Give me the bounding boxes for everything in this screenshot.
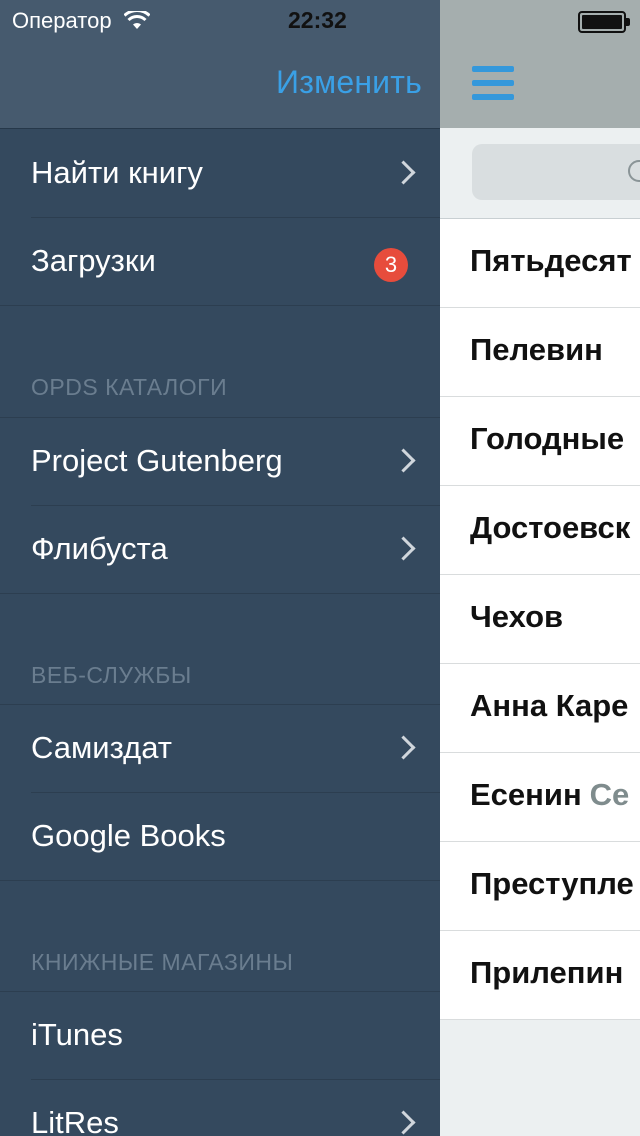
list-item-title: Преступле (470, 866, 634, 901)
hamburger-menu-icon[interactable] (472, 66, 514, 100)
chevron-right-icon (391, 448, 416, 473)
menu-item-label: iTunes (31, 1017, 123, 1052)
list-item[interactable]: Прилепин (440, 931, 640, 1020)
list-item[interactable]: Есенин Се (440, 753, 640, 842)
list-item[interactable]: Пятьдесят (440, 219, 640, 308)
section-title-web-services: ВЕБ-СЛУЖБЫ (31, 662, 192, 688)
list-item-title: Есенин Се (470, 777, 629, 813)
book-list: Пятьдесят Пелевин Голодные Достоевск Чех… (440, 219, 640, 1020)
main-content: Пятьдесят Пелевин Голодные Достоевск Чех… (440, 0, 640, 1136)
chevron-right-icon (391, 160, 416, 185)
menu-item-flibusta[interactable]: Флибуста (0, 506, 440, 594)
list-item-title: Пятьдесят (470, 243, 632, 278)
menu-item-label: Найти книгу (31, 155, 203, 190)
divider (0, 593, 440, 594)
status-bar: Оператор 22:32 (0, 0, 640, 40)
menu-item-find-book[interactable]: Найти книгу (0, 130, 440, 218)
side-menu: Изменить Найти книгу Загрузки 3 OPDS КАТ… (0, 0, 440, 1136)
edit-button[interactable]: Изменить (276, 64, 422, 101)
menu-item-label: Project Gutenberg (31, 443, 283, 478)
divider (0, 305, 440, 306)
menu-item-google-books[interactable]: Google Books (0, 793, 440, 881)
list-item-title: Достоевск (470, 510, 631, 545)
menu-item-label: LitRes (31, 1105, 119, 1136)
search-icon (628, 160, 640, 182)
menu-item-label: Загрузки (31, 243, 156, 278)
menu-item-samizdat[interactable]: Самиздат (0, 705, 440, 793)
menu-item-label: Флибуста (31, 531, 168, 566)
carrier-info: Оператор (12, 8, 150, 34)
menu-item-itunes[interactable]: iTunes (0, 992, 440, 1080)
section-title-bookstores: КНИЖНЫЕ МАГАЗИНЫ (31, 949, 294, 975)
menu-item-label: Самиздат (31, 730, 172, 765)
menu-item-downloads[interactable]: Загрузки 3 (0, 218, 440, 306)
section-title-opds: OPDS КАТАЛОГИ (31, 374, 228, 400)
search-input[interactable] (472, 144, 640, 200)
divider (0, 880, 440, 881)
list-item[interactable]: Пелевин (440, 308, 640, 397)
menu-item-label: Google Books (31, 818, 226, 853)
list-item[interactable]: Достоевск (440, 486, 640, 575)
battery-icon (578, 11, 630, 33)
list-item-subtitle: Се (589, 777, 630, 812)
list-item-title: Пелевин (470, 332, 603, 367)
chevron-right-icon (391, 1110, 416, 1135)
chevron-right-icon (391, 536, 416, 561)
search-bar (440, 128, 640, 219)
list-item[interactable]: Чехов (440, 575, 640, 664)
carrier-name: Оператор (12, 8, 112, 33)
downloads-count-badge: 3 (374, 248, 408, 282)
chevron-right-icon (391, 735, 416, 760)
list-item-title: Анна Каре (470, 688, 629, 723)
list-item[interactable]: Преступле (440, 842, 640, 931)
menu-item-litres[interactable]: LitRes (0, 1080, 440, 1136)
list-item-title-text: Есенин (470, 777, 582, 812)
list-item-title: Чехов (470, 599, 564, 634)
wifi-icon (123, 11, 150, 29)
list-item-title: Прилепин (470, 955, 624, 990)
menu-item-project-gutenberg[interactable]: Project Gutenberg (0, 418, 440, 506)
clock: 22:32 (288, 7, 347, 33)
list-item[interactable]: Голодные (440, 397, 640, 486)
list-item[interactable]: Анна Каре (440, 664, 640, 753)
list-item-title: Голодные (470, 421, 625, 456)
